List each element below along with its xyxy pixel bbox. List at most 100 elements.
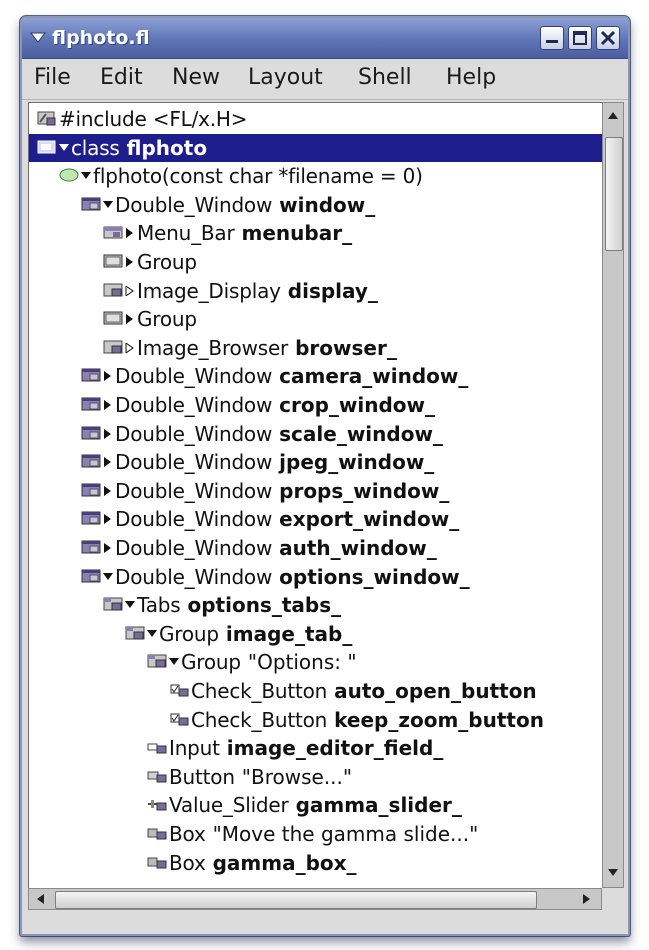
collapsed-triangle-icon[interactable] (103, 400, 113, 410)
expanded-triangle-icon[interactable] (81, 171, 91, 181)
expanded-triangle-icon[interactable] (147, 629, 157, 639)
tree-row[interactable]: Double_Window options_window_ (29, 563, 603, 591)
tree-row[interactable]: Double_Window crop_window_ (29, 391, 603, 419)
tree-row[interactable]: Image_Browser browser_ (29, 334, 603, 362)
tree-row-text: Group (137, 250, 197, 274)
menu-edit[interactable]: Edit (100, 65, 143, 90)
expanded-triangle-icon[interactable] (59, 143, 69, 153)
tree-row[interactable]: Group "Options: " (29, 648, 603, 676)
menu-shell[interactable]: Shell (358, 65, 412, 90)
scroll-right-arrow-icon[interactable] (581, 892, 593, 906)
widget-type: Double_Window (115, 450, 273, 475)
widget-type: Group (137, 307, 197, 332)
widget-type: #include <FL/x.H> (59, 107, 248, 131)
widget-type: Double_Window (115, 507, 273, 532)
tree-row[interactable]: #include <FL/x.H> (29, 105, 603, 133)
tree-row[interactable]: Button "Browse..." (29, 763, 603, 791)
tree-row[interactable]: Double_Window camera_window_ (29, 362, 603, 390)
fluid-window: flphoto.fl File Edit New Layout Shell He… (20, 16, 630, 936)
widget-type: Group (137, 250, 197, 274)
tree-row[interactable]: flphoto(const char *filename = 0) (29, 162, 603, 190)
collapsed-triangle-icon[interactable] (125, 257, 135, 267)
tree-row-text: Image_Browser browser_ (137, 336, 397, 360)
collapsed-triangle-icon[interactable] (103, 371, 113, 382)
menu-help[interactable]: Help (446, 65, 496, 90)
tree-row[interactable]: Double_Window jpeg_window_ (29, 448, 603, 476)
collapsed-outline-triangle-icon[interactable] (125, 285, 135, 296)
widget-type: Double_Window (115, 536, 273, 560)
collapsed-outline-triangle-icon[interactable] (125, 342, 135, 353)
widget-name: gamma_box_ (212, 850, 357, 875)
widget-name: menubar_ (241, 221, 353, 246)
widget-tree-browser[interactable]: #include <FL/x.H> class flphoto flphoto(con… (28, 102, 604, 890)
horizontal-scroll-thumb[interactable] (55, 891, 537, 909)
expanded-triangle-icon[interactable] (169, 657, 179, 667)
tree-row-text: Button "Browse..." (169, 765, 352, 789)
tree-row-selected[interactable]: class flphoto (29, 133, 603, 162)
collapsed-triangle-icon[interactable] (103, 514, 113, 525)
tree-row-text: Input image_editor_field_ (169, 736, 443, 760)
checkbox-icon (170, 713, 189, 726)
scroll-down-arrow-icon[interactable] (606, 867, 620, 879)
close-button[interactable] (596, 26, 620, 50)
vertical-scrollbar[interactable] (602, 102, 624, 888)
menu-layout[interactable]: Layout (248, 65, 323, 90)
expanded-triangle-icon[interactable] (103, 572, 113, 582)
widget-type: Double_Window (115, 478, 273, 503)
widget-label: "Options: " (247, 650, 357, 675)
widget-name: jpeg_window_ (279, 450, 435, 475)
window-icon (81, 511, 101, 525)
collapsed-triangle-icon[interactable] (125, 228, 135, 239)
tree-row[interactable]: Double_Window scale_window_ (29, 420, 603, 448)
collapsed-triangle-icon[interactable] (103, 457, 113, 468)
widget-type: Group (159, 621, 219, 646)
scroll-left-arrow-icon[interactable] (34, 892, 46, 906)
tree-row[interactable]: Image_Display display_ (29, 277, 603, 305)
collapsed-triangle-icon[interactable] (125, 314, 135, 325)
window-menu-icon[interactable] (30, 30, 46, 44)
tree-row[interactable]: Input image_editor_field_ (29, 734, 603, 762)
expanded-triangle-icon[interactable] (125, 600, 135, 610)
widget-name: auto_open_button (334, 679, 537, 703)
menu-file[interactable]: File (34, 65, 71, 90)
widget-icon (103, 340, 123, 354)
tree-row[interactable]: Group (29, 305, 603, 333)
tree-row[interactable]: Group (29, 248, 603, 276)
menu-new[interactable]: New (172, 65, 220, 90)
title-bar[interactable]: flphoto.fl (22, 18, 628, 59)
tree-row[interactable]: Box "Move the gamma slide..." (29, 820, 603, 848)
maximize-button[interactable] (568, 26, 592, 50)
tree-row[interactable]: Box gamma_box_ (29, 849, 603, 877)
tree-row[interactable]: Menu_Bar menubar_ (29, 219, 603, 247)
tree-row[interactable]: Double_Window window_ (29, 191, 603, 219)
widget-name: image_tab_ (225, 621, 353, 646)
input-icon (147, 743, 167, 754)
tree-row[interactable]: Check_Button keep_zoom_button (29, 706, 603, 734)
menubar-icon (103, 226, 123, 239)
widget-icon (103, 283, 123, 297)
tree-row[interactable]: Value_Slider gamma_slider_ (29, 791, 603, 819)
scroll-up-arrow-icon[interactable] (606, 109, 620, 121)
tree-row[interactable]: Check_Button auto_open_button (29, 677, 603, 705)
collapsed-triangle-icon[interactable] (103, 428, 113, 439)
widget-type: Input (169, 736, 220, 761)
window-icon (81, 397, 101, 411)
collapsed-triangle-icon[interactable] (103, 485, 113, 496)
widget-name: scale_window_ (279, 421, 443, 446)
widget-type: Menu_Bar (137, 221, 235, 246)
widget-type: Double_Window (115, 564, 273, 589)
widget-type: Value_Slider (169, 793, 289, 818)
vertical-scroll-thumb[interactable] (605, 137, 623, 251)
tree-row[interactable]: Double_Window auth_window_ (29, 534, 603, 562)
minimize-button[interactable] (540, 26, 564, 50)
widget-type: Check_Button (191, 707, 328, 732)
widget-type: Double_Window (115, 421, 273, 446)
button-icon (147, 771, 167, 783)
tree-row[interactable]: Tabs options_tabs_ (29, 591, 603, 619)
horizontal-scrollbar[interactable] (28, 888, 602, 910)
collapsed-triangle-icon[interactable] (103, 543, 113, 553)
tree-row[interactable]: Double_Window export_window_ (29, 505, 603, 533)
expanded-triangle-icon[interactable] (103, 200, 113, 210)
tree-row[interactable]: Double_Window props_window_ (29, 477, 603, 505)
tree-row[interactable]: Group image_tab_ (29, 620, 603, 648)
